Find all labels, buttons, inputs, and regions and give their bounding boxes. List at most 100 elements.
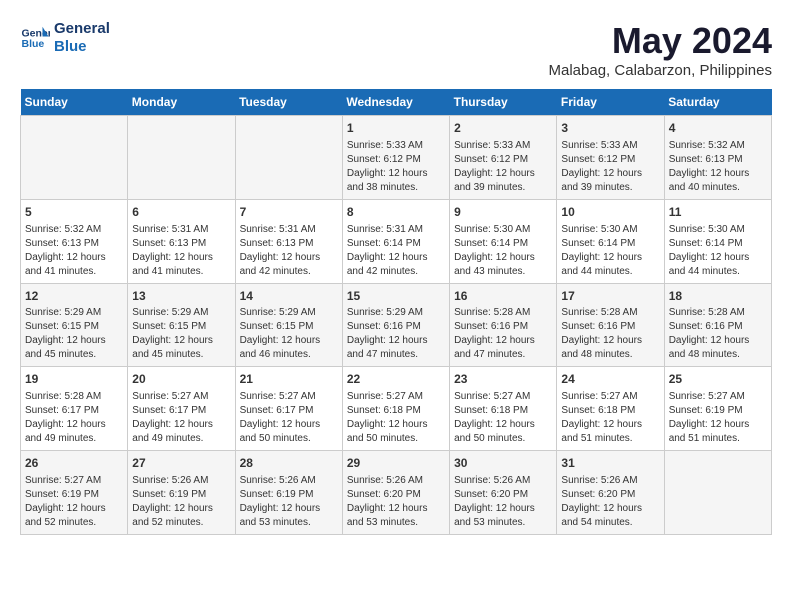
calendar-cell: 10 Sunrise: 5:30 AM Sunset: 6:14 PM Dayli…	[557, 199, 664, 283]
calendar-cell: 3Sunrise: 5:33 AM Sunset: 6:12 PM Daylig…	[557, 116, 664, 200]
day-info: Sunrise: 5:32 AM Sunset: 6:13 PM Dayligh…	[25, 223, 123, 279]
day-info: Sunrise: 5:31 AM Sunset: 6:13 PM Dayligh…	[240, 223, 338, 279]
month-year: May 2024	[549, 20, 772, 62]
day-number: 25	[669, 371, 767, 388]
calendar-cell: 26Sunrise: 5:27 AM Sunset: 6:19 PM Dayli…	[21, 451, 128, 535]
calendar-cell: 30 Sunrise: 5:26 AM Sunset: 6:20 PM Dayli…	[450, 451, 557, 535]
header-day: Saturday	[664, 89, 771, 116]
header-day: Sunday	[21, 89, 128, 116]
day-number: 29	[347, 455, 445, 472]
header-day: Thursday	[450, 89, 557, 116]
day-info: Sunrise: 5:30 AM Sunset: 6:14 PM Dayligh…	[561, 223, 659, 279]
calendar-cell	[664, 451, 771, 535]
day-number: 30	[454, 455, 552, 472]
logo-line1: General	[54, 20, 110, 38]
day-number: 4	[669, 120, 767, 137]
calendar-cell: 23Sunrise: 5:27 AM Sunset: 6:18 PM Dayli…	[450, 367, 557, 451]
day-number: 24	[561, 371, 659, 388]
day-info: Sunrise: 5:27 AM Sunset: 6:19 PM Dayligh…	[669, 390, 767, 446]
day-number: 14	[240, 288, 338, 305]
calendar-cell: 19Sunrise: 5:28 AM Sunset: 6:17 PM Dayli…	[21, 367, 128, 451]
logo-icon: General Blue	[20, 23, 50, 53]
calendar-cell: 29 Sunrise: 5:26 AM Sunset: 6:20 PM Dayli…	[342, 451, 449, 535]
day-number: 21	[240, 371, 338, 388]
calendar-cell: 25 Sunrise: 5:27 AM Sunset: 6:19 PM Dayli…	[664, 367, 771, 451]
calendar-week-row: 5 Sunrise: 5:32 AM Sunset: 6:13 PM Daylig…	[21, 199, 772, 283]
calendar-cell: 6 Sunrise: 5:31 AM Sunset: 6:13 PM Daylig…	[128, 199, 235, 283]
calendar-cell	[21, 116, 128, 200]
calendar-cell: 13Sunrise: 5:29 AM Sunset: 6:15 PM Dayli…	[128, 283, 235, 367]
day-number: 27	[132, 455, 230, 472]
calendar-cell: 14Sunrise: 5:29 AM Sunset: 6:15 PM Dayli…	[235, 283, 342, 367]
calendar-cell: 2 Sunrise: 5:33 AM Sunset: 6:12 PM Daylig…	[450, 116, 557, 200]
day-info: Sunrise: 5:27 AM Sunset: 6:18 PM Dayligh…	[561, 390, 659, 446]
day-info: Sunrise: 5:28 AM Sunset: 6:16 PM Dayligh…	[454, 306, 552, 362]
day-info: Sunrise: 5:31 AM Sunset: 6:13 PM Dayligh…	[132, 223, 230, 279]
svg-text:Blue: Blue	[22, 38, 45, 50]
day-info: Sunrise: 5:26 AM Sunset: 6:20 PM Dayligh…	[454, 474, 552, 530]
day-number: 22	[347, 371, 445, 388]
day-info: Sunrise: 5:33 AM Sunset: 6:12 PM Dayligh…	[561, 139, 659, 195]
day-info: Sunrise: 5:31 AM Sunset: 6:14 PM Dayligh…	[347, 223, 445, 279]
calendar-cell: 21Sunrise: 5:27 AM Sunset: 6:17 PM Dayli…	[235, 367, 342, 451]
day-number: 9	[454, 204, 552, 221]
day-info: Sunrise: 5:28 AM Sunset: 6:16 PM Dayligh…	[561, 306, 659, 362]
day-info: Sunrise: 5:29 AM Sunset: 6:15 PM Dayligh…	[240, 306, 338, 362]
day-info: Sunrise: 5:27 AM Sunset: 6:17 PM Dayligh…	[132, 390, 230, 446]
day-number: 16	[454, 288, 552, 305]
page-header: General Blue General Blue May 2024 Malab…	[20, 20, 772, 79]
day-number: 26	[25, 455, 123, 472]
day-info: Sunrise: 5:32 AM Sunset: 6:13 PM Dayligh…	[669, 139, 767, 195]
logo-line2: Blue	[54, 38, 110, 56]
calendar-week-row: 1Sunrise: 5:33 AM Sunset: 6:12 PM Daylig…	[21, 116, 772, 200]
day-number: 10	[561, 204, 659, 221]
calendar-cell: 31 Sunrise: 5:26 AM Sunset: 6:20 PM Dayli…	[557, 451, 664, 535]
calendar-cell	[235, 116, 342, 200]
day-number: 6	[132, 204, 230, 221]
day-number: 13	[132, 288, 230, 305]
calendar-week-row: 12Sunrise: 5:29 AM Sunset: 6:15 PM Dayli…	[21, 283, 772, 367]
day-number: 7	[240, 204, 338, 221]
day-number: 18	[669, 288, 767, 305]
calendar-cell: 24 Sunrise: 5:27 AM Sunset: 6:18 PM Dayli…	[557, 367, 664, 451]
calendar-cell: 17Sunrise: 5:28 AM Sunset: 6:16 PM Dayli…	[557, 283, 664, 367]
calendar-cell: 12Sunrise: 5:29 AM Sunset: 6:15 PM Dayli…	[21, 283, 128, 367]
logo: General Blue General Blue	[20, 20, 110, 56]
day-info: Sunrise: 5:26 AM Sunset: 6:19 PM Dayligh…	[240, 474, 338, 530]
day-number: 8	[347, 204, 445, 221]
day-info: Sunrise: 5:29 AM Sunset: 6:15 PM Dayligh…	[132, 306, 230, 362]
day-number: 12	[25, 288, 123, 305]
location: Malabag, Calabarzon, Philippines	[549, 62, 772, 79]
day-number: 19	[25, 371, 123, 388]
calendar-cell: 16Sunrise: 5:28 AM Sunset: 6:16 PM Dayli…	[450, 283, 557, 367]
day-info: Sunrise: 5:26 AM Sunset: 6:19 PM Dayligh…	[132, 474, 230, 530]
day-info: Sunrise: 5:28 AM Sunset: 6:16 PM Dayligh…	[669, 306, 767, 362]
day-info: Sunrise: 5:30 AM Sunset: 6:14 PM Dayligh…	[669, 223, 767, 279]
day-info: Sunrise: 5:33 AM Sunset: 6:12 PM Dayligh…	[454, 139, 552, 195]
day-info: Sunrise: 5:29 AM Sunset: 6:16 PM Dayligh…	[347, 306, 445, 362]
day-info: Sunrise: 5:26 AM Sunset: 6:20 PM Dayligh…	[347, 474, 445, 530]
day-info: Sunrise: 5:27 AM Sunset: 6:18 PM Dayligh…	[347, 390, 445, 446]
day-number: 5	[25, 204, 123, 221]
day-number: 15	[347, 288, 445, 305]
day-number: 11	[669, 204, 767, 221]
calendar-week-row: 19Sunrise: 5:28 AM Sunset: 6:17 PM Dayli…	[21, 367, 772, 451]
day-number: 28	[240, 455, 338, 472]
day-number: 2	[454, 120, 552, 137]
header-day: Wednesday	[342, 89, 449, 116]
calendar-cell: 11 Sunrise: 5:30 AM Sunset: 6:14 PM Dayli…	[664, 199, 771, 283]
calendar-week-row: 26Sunrise: 5:27 AM Sunset: 6:19 PM Dayli…	[21, 451, 772, 535]
calendar-cell: 9Sunrise: 5:30 AM Sunset: 6:14 PM Daylig…	[450, 199, 557, 283]
day-number: 31	[561, 455, 659, 472]
day-info: Sunrise: 5:26 AM Sunset: 6:20 PM Dayligh…	[561, 474, 659, 530]
day-info: Sunrise: 5:29 AM Sunset: 6:15 PM Dayligh…	[25, 306, 123, 362]
calendar-cell	[128, 116, 235, 200]
calendar-cell: 18Sunrise: 5:28 AM Sunset: 6:16 PM Dayli…	[664, 283, 771, 367]
day-number: 20	[132, 371, 230, 388]
header-day: Monday	[128, 89, 235, 116]
header-row: SundayMondayTuesdayWednesdayThursdayFrid…	[21, 89, 772, 116]
calendar-cell: 20 Sunrise: 5:27 AM Sunset: 6:17 PM Dayli…	[128, 367, 235, 451]
calendar-cell: 15Sunrise: 5:29 AM Sunset: 6:16 PM Dayli…	[342, 283, 449, 367]
calendar-cell: 27 Sunrise: 5:26 AM Sunset: 6:19 PM Dayli…	[128, 451, 235, 535]
day-info: Sunrise: 5:33 AM Sunset: 6:12 PM Dayligh…	[347, 139, 445, 195]
